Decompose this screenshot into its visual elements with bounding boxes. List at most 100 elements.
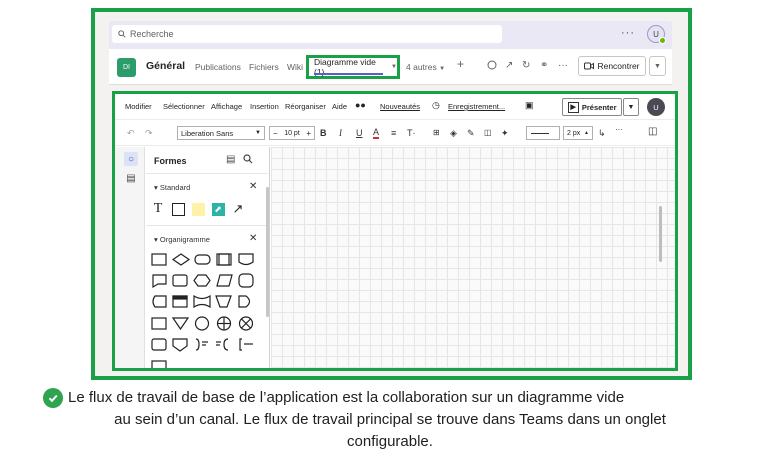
note-shape[interactable] bbox=[190, 202, 206, 216]
shapes-scrollbar[interactable] bbox=[266, 187, 269, 317]
bold-icon[interactable]: B bbox=[320, 128, 327, 138]
expand-icon[interactable]: ↗ bbox=[505, 60, 513, 71]
chevron-down-icon: ▼ bbox=[255, 130, 261, 136]
undo-icon[interactable]: ↶ bbox=[127, 128, 135, 139]
image-icon[interactable]: ▤ bbox=[226, 154, 235, 165]
screenshot-frame: Recherche ··· U DI Général Publications … bbox=[91, 8, 692, 380]
diagram-editor: Modifier Sélectionner Affichage Insertio… bbox=[112, 91, 678, 371]
editor-avatar[interactable]: U bbox=[647, 98, 665, 116]
play-icon: ▶ bbox=[567, 101, 579, 113]
chevron-down-icon: ▼ bbox=[627, 103, 635, 111]
font-color-icon[interactable]: A bbox=[373, 128, 380, 139]
waypoint-icon[interactable]: ↳ bbox=[598, 128, 606, 139]
line-width-value: 2 px bbox=[567, 129, 581, 137]
tab-fichiers[interactable]: Fichiers bbox=[249, 62, 279, 72]
divider bbox=[146, 173, 268, 174]
menu-aide[interactable]: Aide bbox=[332, 102, 347, 111]
chevron-down-icon: ▼ bbox=[391, 64, 397, 70]
line-width-stepper[interactable]: 2 px ▲ bbox=[563, 126, 593, 140]
shapes-panel-icon[interactable]: ○ bbox=[124, 152, 138, 166]
more-format-icon[interactable]: ··· bbox=[615, 125, 623, 134]
tab-wiki[interactable]: Wiki bbox=[287, 62, 303, 72]
font-size-stepper[interactable]: − 10 pt + bbox=[269, 126, 315, 140]
insert-shape-icon[interactable]: ⊞ bbox=[433, 128, 440, 137]
presence-icon bbox=[659, 37, 666, 44]
search-placeholder: Recherche bbox=[130, 29, 174, 39]
italic-icon[interactable]: I bbox=[339, 128, 342, 138]
decrease-icon[interactable]: − bbox=[273, 129, 278, 138]
text-format-icon[interactable]: T· bbox=[407, 128, 416, 138]
channel-header: DI Général Publications Fichiers Wiki Di… bbox=[109, 49, 672, 85]
chevron-down-icon: ▲ bbox=[584, 130, 589, 136]
refresh-icon[interactable]: ↻ bbox=[522, 60, 530, 71]
present-label: Présenter bbox=[581, 102, 617, 112]
menu-modifier[interactable]: Modifier bbox=[125, 102, 152, 111]
diagram-canvas[interactable] bbox=[271, 147, 675, 368]
tab-publications[interactable]: Publications bbox=[195, 62, 241, 72]
section-organigramme-label: Organigramme bbox=[159, 235, 210, 244]
team-icon[interactable]: DI bbox=[117, 58, 136, 77]
chevron-down-icon: ▼ bbox=[439, 66, 446, 72]
search-icon bbox=[118, 30, 126, 38]
meet-label: Rencontrer bbox=[597, 61, 640, 71]
more-options-icon[interactable]: ··· bbox=[558, 60, 568, 71]
caption-line: Le flux de travail de base de l’applicat… bbox=[68, 389, 625, 406]
canvas-scrollbar[interactable] bbox=[659, 206, 662, 262]
present-button[interactable]: ▶ Présenter bbox=[562, 98, 622, 116]
globe-icon[interactable]: ⚭ bbox=[540, 60, 548, 71]
font-size-value: 10 pt bbox=[284, 129, 300, 137]
more-tabs-label: 4 autres bbox=[406, 62, 437, 72]
tab-more[interactable]: 4 autres ▼ bbox=[406, 62, 445, 72]
meet-dropdown-button[interactable]: ▼ bbox=[649, 56, 666, 76]
magic-wand-icon[interactable]: ✦ bbox=[501, 128, 509, 139]
text-shape[interactable]: T bbox=[150, 201, 166, 216]
template-panel-icon[interactable]: ▤ bbox=[124, 171, 138, 185]
present-dropdown-button[interactable]: ▼ bbox=[623, 98, 639, 116]
action-shape[interactable]: ⬈ bbox=[210, 202, 226, 216]
avatar[interactable]: U bbox=[647, 25, 666, 44]
teams-title-bar: Recherche ··· U bbox=[109, 21, 672, 49]
divider bbox=[146, 225, 268, 226]
meet-button[interactable]: Rencontrer bbox=[578, 56, 646, 76]
menu-affichage[interactable]: Affichage bbox=[211, 102, 242, 111]
section-organigramme[interactable]: ▾ Organigramme bbox=[154, 235, 210, 244]
add-tab-button[interactable]: + bbox=[457, 57, 464, 71]
tab-diagramme-vide[interactable]: Diagramme vide (1) ▼ bbox=[306, 55, 400, 79]
underline-icon[interactable]: U bbox=[356, 128, 363, 138]
comment-icon[interactable]: ▣ bbox=[525, 100, 534, 111]
menu-selectionner[interactable]: Sélectionner bbox=[163, 102, 205, 111]
format-panel-toggle-icon[interactable]: ◫ bbox=[648, 126, 657, 137]
font-family-value: Liberation Sans bbox=[181, 128, 234, 138]
line-color-icon[interactable]: ✎ bbox=[467, 128, 475, 139]
close-icon[interactable]: ✕ bbox=[249, 181, 257, 192]
search-input[interactable]: Recherche bbox=[112, 25, 502, 43]
font-family-select[interactable]: Liberation Sans ▼ bbox=[177, 126, 265, 140]
menu-reorganiser[interactable]: Réorganiser bbox=[285, 102, 326, 111]
format-icon[interactable]: ◫ bbox=[484, 128, 492, 137]
close-icon[interactable]: ✕ bbox=[249, 233, 257, 244]
align-icon[interactable]: ≡ bbox=[391, 128, 396, 138]
saving-status-link[interactable]: Enregistrement... bbox=[448, 102, 505, 111]
section-standard-label: Standard bbox=[159, 183, 191, 192]
redo-icon[interactable]: ↷ bbox=[145, 128, 153, 139]
flowchart-shapes-grid[interactable] bbox=[150, 251, 262, 371]
new-features-link[interactable]: Nouveautés bbox=[380, 102, 420, 111]
search-icon[interactable] bbox=[243, 154, 253, 167]
collaborators-icon[interactable]: ●● bbox=[355, 100, 366, 110]
shapes-panel: Formes ▤ ▾ Standard ✕ T ⬈ ↗ ▾ Organigram… bbox=[146, 147, 270, 371]
active-tab-indicator bbox=[314, 73, 383, 75]
shapes-panel-title: Formes bbox=[154, 156, 187, 166]
chevron-down-icon: ▼ bbox=[654, 62, 661, 70]
arrow-shape[interactable]: ↗ bbox=[230, 201, 246, 216]
format-toolbar: ↶ ↷ Liberation Sans ▼ − 10 pt + B I U A … bbox=[115, 121, 675, 146]
increase-icon[interactable]: + bbox=[306, 129, 311, 138]
chat-icon[interactable] bbox=[487, 60, 497, 73]
menu-insertion[interactable]: Insertion bbox=[250, 102, 279, 111]
fill-color-icon[interactable]: ◈ bbox=[450, 128, 457, 139]
more-options-icon[interactable]: ··· bbox=[621, 27, 635, 39]
rectangle-shape[interactable] bbox=[170, 202, 186, 216]
caption-text: Le flux de travail de base de l’applicat… bbox=[40, 387, 740, 453]
section-standard[interactable]: ▾ Standard bbox=[154, 183, 190, 192]
channel-name: Général bbox=[146, 60, 186, 72]
line-style-select[interactable] bbox=[526, 126, 560, 140]
